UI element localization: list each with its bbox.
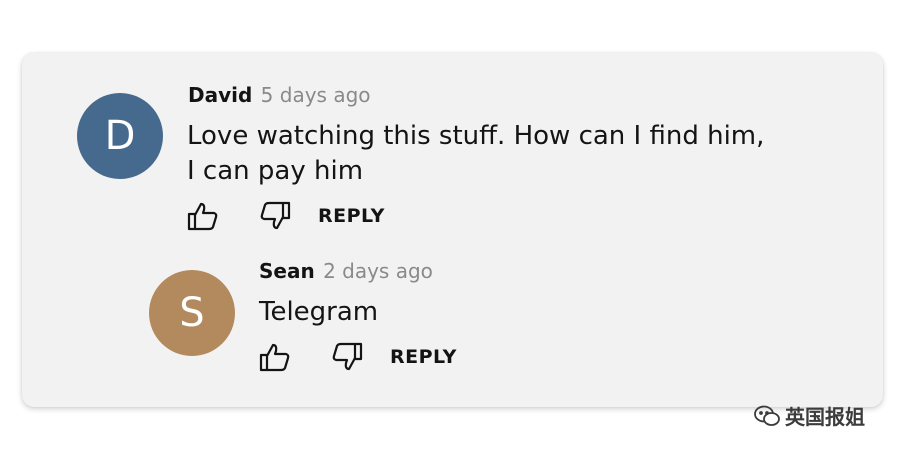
avatar[interactable]: D: [77, 93, 163, 179]
comment-actions: REPLY: [186, 196, 385, 236]
comment-timestamp: 5 days ago: [260, 83, 371, 107]
comment-timestamp: 2 days ago: [323, 259, 433, 283]
thumbs-up-icon[interactable]: [258, 340, 292, 374]
thumbs-down-icon[interactable]: [258, 199, 292, 233]
watermark-text: 英国报姐: [785, 405, 865, 429]
comment-meta: Sean 2 days ago: [259, 259, 433, 283]
comment-text: Love watching this stuff. How can I find…: [187, 121, 765, 186]
comment-author[interactable]: David: [188, 83, 252, 107]
reply-button[interactable]: REPLY: [318, 205, 385, 227]
watermark: 英国报姐: [753, 401, 865, 430]
comment-text: Telegram: [259, 297, 379, 327]
wechat-icon: [754, 405, 780, 426]
reply-button[interactable]: REPLY: [390, 346, 457, 368]
thumbs-up-icon[interactable]: [186, 199, 220, 233]
avatar[interactable]: S: [149, 270, 235, 356]
comment-meta: David 5 days ago: [188, 83, 371, 107]
thumbs-down-icon[interactable]: [330, 340, 364, 374]
comment-author[interactable]: Sean: [259, 259, 315, 283]
comments-card: D David 5 days ago Love watching this st…: [22, 53, 883, 407]
comment-actions: REPLY: [258, 337, 457, 377]
